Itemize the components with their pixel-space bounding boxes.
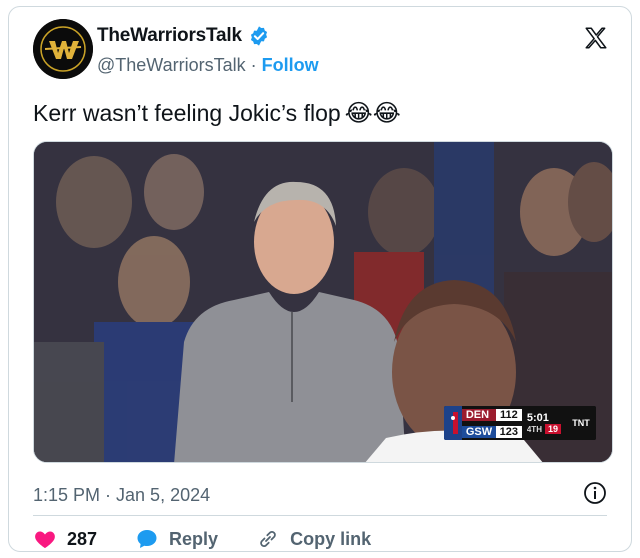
game-clock: 5:01 <box>526 412 549 424</box>
home-team: GSW <box>461 425 496 438</box>
account-handle[interactable]: @TheWarriorsTalk <box>97 55 246 75</box>
like-count: 287 <box>67 528 98 549</box>
copy-link-label: Copy link <box>290 528 372 549</box>
verified-icon <box>250 26 267 46</box>
reply-icon <box>137 530 157 548</box>
tweet-timestamp[interactable]: 1:15 PM · Jan 5, 2024 <box>33 485 210 506</box>
copy-link-button[interactable]: Copy link <box>256 527 371 551</box>
laughing-emoji: 😂😂 <box>344 99 401 127</box>
scorebug: DEN 112 GSW 123 5:01 4TH 19 TNT <box>443 406 596 440</box>
tweet-text: Kerr wasn’t feeling Jokic’s flop 😂😂 <box>33 99 401 127</box>
link-icon <box>260 531 276 547</box>
tweet-media[interactable]: DEN 112 GSW 123 5:01 4TH 19 TNT <box>33 141 613 463</box>
home-score: 123 <box>495 425 522 438</box>
quarter: 4TH <box>526 425 542 434</box>
network-logo: TNT <box>566 406 596 440</box>
divider <box>33 515 607 516</box>
heart-icon <box>35 531 55 548</box>
warriors-logo-icon <box>33 19 93 79</box>
tweet-body: Kerr wasn’t feeling Jokic’s flop <box>33 99 341 126</box>
nba-logo-icon <box>443 406 462 440</box>
info-icon[interactable] <box>583 481 607 505</box>
avatar[interactable] <box>33 19 93 79</box>
follow-button[interactable]: Follow <box>262 55 319 75</box>
like-button[interactable]: 287 <box>33 527 97 551</box>
separator: · <box>250 55 257 75</box>
away-score: 112 <box>495 408 522 421</box>
tweet-card: TheWarriorsTalk @TheWarriorsTalk · Follo… <box>8 6 632 552</box>
shot-clock: 19 <box>544 424 561 434</box>
x-logo-icon[interactable] <box>583 25 609 51</box>
account-name[interactable]: TheWarriorsTalk <box>97 25 242 47</box>
reply-button[interactable]: Reply <box>135 527 218 551</box>
reply-label: Reply <box>169 528 219 549</box>
away-team: DEN <box>461 408 496 421</box>
action-bar: 287 Reply Copy link <box>33 527 409 551</box>
